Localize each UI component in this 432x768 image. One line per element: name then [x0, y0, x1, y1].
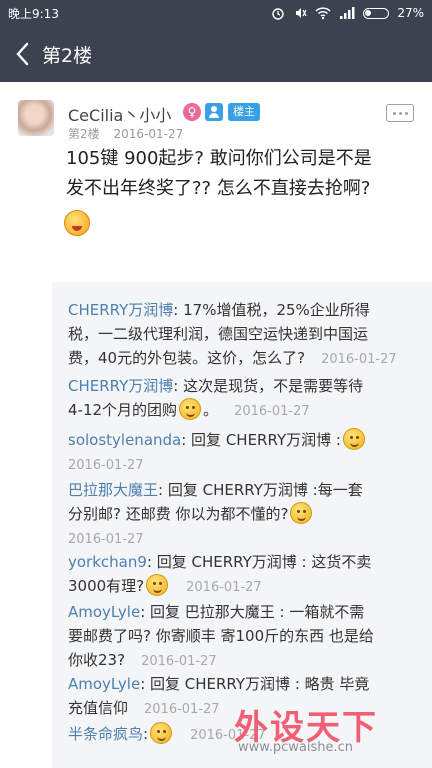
comment-text: : 17%增值税，25%企业所得	[173, 301, 370, 319]
comment-user[interactable]: 半条命疯鸟	[68, 725, 143, 743]
post-content: 105键 900起步? 敢问你们公司是不是 发不出年终奖了?? 怎么不直接去抢啊…	[66, 144, 422, 204]
nav-bar: 第2楼	[0, 26, 432, 82]
mute-icon	[296, 8, 307, 18]
comment-user[interactable]: solostylenanda	[68, 431, 181, 449]
comment-text: : 回复 CHERRY万润博 :	[181, 431, 341, 449]
comment-text: 3000有理?	[68, 577, 145, 595]
status-bar: 晚上9:13 27%	[0, 0, 432, 26]
avatar[interactable]	[18, 100, 54, 136]
post-meta: 第2楼 2016-01-27	[68, 125, 183, 142]
more-dot-icon	[392, 111, 396, 115]
comment-item[interactable]: AmoyLyle: 回复 CHERRY万润博 : 略贵 毕竟 充值信仰 2016-…	[68, 672, 418, 722]
comment-list: CHERRY万润博: 17%增值税，25%企业所得 税，一二级代理利润，德国空运…	[52, 282, 432, 768]
more-dot-icon	[404, 111, 408, 115]
smile-emoji-icon	[342, 428, 365, 450]
comment-item[interactable]: 巴拉那大魔王: 回复 CHERRY万润博 :每一套 分别邮? 还邮费 你以为都不…	[68, 478, 418, 552]
smile-emoji-icon	[179, 398, 202, 420]
comment-user[interactable]: yorkchan9	[68, 553, 147, 571]
comment-text: 你收23?	[68, 651, 126, 669]
host-badge: 楼主	[228, 103, 260, 121]
comment-text: 费，40元的外包装。这价，怎么了?	[68, 349, 306, 367]
comment-text: : 回复 CHERRY万润博 : 略贵 毕竟	[140, 675, 370, 693]
comment-text: 税，一二级代理利润，德国空运快递到中国运	[68, 325, 369, 343]
floor-number: 第2楼	[68, 127, 100, 141]
comment-date: 2016-01-27	[234, 404, 310, 419]
comment-user[interactable]: AmoyLyle	[68, 603, 140, 621]
smile-emoji-icon	[146, 574, 169, 596]
comment-date: 2016-01-27	[186, 580, 262, 595]
comment-item[interactable]: AmoyLyle: 回复 巴拉那大魔王 : 一箱就不需 要邮费了吗? 你寄顺丰 …	[68, 600, 418, 674]
chevron-left-icon	[16, 42, 29, 66]
comment-text: 4-12个月的团购	[68, 401, 178, 419]
female-icon: ♀	[183, 103, 201, 121]
comment-text: : 回复 CHERRY万润博 : 这货不卖	[146, 553, 372, 571]
comment-text: 充值信仰	[68, 699, 129, 717]
surprised-emoji-icon	[64, 210, 90, 236]
post-content-line: 发不出年终奖了?? 怎么不直接去抢啊?	[66, 178, 371, 199]
floor-post: CeCilia丶小小 ♀ 楼主 第2楼 2016-01-27 105键 900起…	[0, 82, 432, 282]
comment-item[interactable]: CHERRY万润博: 17%增值税，25%企业所得 税，一二级代理利润，德国空运…	[68, 298, 418, 372]
comment-text: 分别邮? 还邮费 你以为都不懂的?	[68, 505, 289, 523]
more-dot-icon	[398, 111, 402, 115]
smile-emoji-icon	[290, 502, 313, 524]
comment-user[interactable]: 巴拉那大魔王	[68, 481, 158, 499]
comment-text: 。	[203, 401, 219, 419]
comment-item[interactable]: 半条命疯鸟: 2016-01-27	[68, 722, 418, 748]
battery-icon	[363, 7, 390, 19]
comment-text: : 回复 巴拉那大魔王 : 一箱就不需	[140, 603, 365, 621]
page-title: 第2楼	[42, 44, 93, 67]
more-options-button[interactable]	[386, 104, 414, 122]
post-date: 2016-01-27	[113, 127, 184, 141]
comment-date: 2016-01-27	[321, 352, 397, 367]
comment-item[interactable]: CHERRY万润博: 这次是现货，不是需要等待 4-12个月的团购 。 2016-0…	[68, 374, 418, 424]
battery-level: 27%	[397, 6, 424, 20]
status-time: 晚上9:13	[8, 6, 59, 21]
comment-text: :	[143, 725, 149, 743]
signal-icon	[340, 7, 355, 19]
comment-date: 2016-01-27	[144, 702, 220, 717]
comment-user[interactable]: AmoyLyle	[68, 675, 140, 693]
smile-emoji-icon	[150, 722, 173, 744]
comment-date: 2016-01-27	[68, 532, 144, 547]
comment-text: 要邮费了吗? 你寄顺丰 寄100斤的东西 也是给	[68, 627, 374, 645]
comment-text: : 这次是现货，不是需要等待	[173, 377, 364, 395]
comment-item[interactable]: yorkchan9: 回复 CHERRY万润博 : 这货不卖 3000有理? 20…	[68, 550, 418, 600]
back-button[interactable]	[4, 26, 40, 82]
status-icons: 27%	[271, 6, 424, 20]
comment-date: 2016-01-27	[68, 458, 144, 473]
alarm-icon	[272, 8, 285, 20]
comment-date: 2016-01-27	[141, 654, 217, 669]
comment-user[interactable]: CHERRY万润博	[68, 301, 173, 319]
comment-item[interactable]: solostylenanda: 回复 CHERRY万润博 : 2016-01-2…	[68, 428, 418, 478]
comment-text: : 回复 CHERRY万润博 :每一套	[158, 481, 363, 499]
comment-date: 2016-01-27	[190, 728, 266, 743]
post-content-line: 105键 900起步? 敢问你们公司是不是	[66, 148, 372, 169]
user-level-icon	[205, 103, 223, 121]
wifi-icon	[315, 7, 331, 20]
post-username[interactable]: CeCilia丶小小	[68, 102, 171, 126]
comment-user[interactable]: CHERRY万润博	[68, 377, 173, 395]
